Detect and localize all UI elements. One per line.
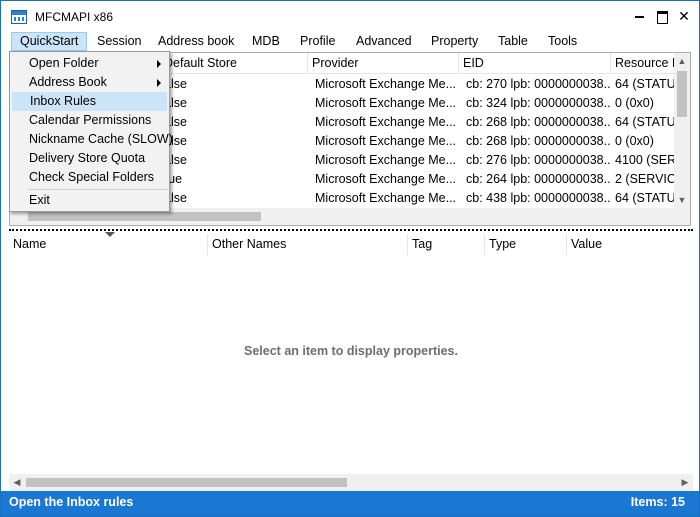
vertical-scroll-thumb[interactable] [677,71,687,117]
cell-default-store: alse [164,115,187,129]
submenu-arrow-icon [157,60,161,68]
cell-eid: cb: 324 lpb: 0000000038... [466,96,611,110]
column-resource-flags[interactable]: Resource Fla [611,53,681,74]
cell-provider: Microsoft Exchange Me... [315,153,457,167]
cell-provider: Microsoft Exchange Me... [315,115,457,129]
menu-property[interactable]: Property [423,32,486,51]
menu-item-label: Open Folder [29,56,99,70]
menu-item-exit[interactable]: Exit [12,191,167,210]
status-text: Open the Inbox rules [9,495,134,509]
horizontal-scroll-thumb[interactable] [26,478,347,487]
menu-item-delivery-store-quota[interactable]: Delivery Store Quota [12,149,167,168]
cell-resource-flags: 0 (0x0) [615,96,654,110]
column-default-store[interactable]: Default Store [160,53,308,74]
menu-item-inbox-rules[interactable]: Inbox Rules [12,92,167,111]
submenu-arrow-icon [157,79,161,87]
cell-resource-flags: 64 (STATUS_ [615,115,676,129]
cell-resource-flags: 4100 (SERVI [615,153,676,167]
cell-provider: Microsoft Exchange Me... [315,96,457,110]
menu-address-book[interactable]: Address book [150,32,242,51]
menu-item-calendar-permissions[interactable]: Calendar Permissions [12,111,167,130]
scroll-down-icon[interactable]: ▼ [674,192,690,208]
menu-table[interactable]: Table [490,32,536,51]
scroll-corner [674,208,690,225]
cell-resource-flags: 64 (STATUS_ [615,77,676,91]
scroll-left-icon[interactable]: ◀ [9,474,25,491]
column-provider[interactable]: Provider [308,53,459,74]
column-tag[interactable]: Tag [408,234,485,255]
menu-item-check-special-folders[interactable]: Check Special Folders [12,168,167,187]
cell-eid: cb: 438 lpb: 0000000038... [466,191,611,205]
cell-resource-flags: 0 (0x0) [615,134,654,148]
menu-profile[interactable]: Profile [292,32,343,51]
app-icon [11,10,27,24]
window-title: MFCMAPI x86 [35,10,114,24]
menu-item-nickname-cache[interactable]: Nickname Cache (SLOW) [12,130,173,149]
status-bar: Open the Inbox rules Items: 15 [1,491,699,516]
store-list-vertical-scrollbar[interactable]: ▲ ▼ [674,53,690,208]
cell-default-store: alse [164,153,187,167]
menu-item-label: Check Special Folders [29,170,155,184]
main-window: MFCMAPI x86 ✕ QuickStart Session Address… [0,0,700,517]
cell-provider: Microsoft Exchange Me... [315,77,457,91]
menu-session[interactable]: Session [89,32,149,51]
menu-quickstart[interactable]: QuickStart [11,32,87,51]
cell-eid: cb: 270 lpb: 0000000038... [466,77,611,91]
column-name[interactable]: Name [9,234,208,255]
menu-item-open-folder[interactable]: Open Folder [12,54,167,73]
menu-item-label: Calendar Permissions [29,113,152,127]
maximize-button[interactable] [653,7,671,25]
menu-item-label: Address Book [29,75,107,89]
column-type[interactable]: Type [485,234,567,255]
cell-default-store: alse [164,134,187,148]
menu-advanced[interactable]: Advanced [348,32,420,51]
property-pane[interactable]: Name Other Names Tag Type Value Select a… [9,232,693,491]
column-eid[interactable]: EID [459,53,611,74]
property-horizontal-scrollbar[interactable]: ◀ ▶ [9,474,693,491]
menu-separator [28,189,168,190]
column-value[interactable]: Value [567,234,693,255]
close-button[interactable]: ✕ [675,7,693,25]
menu-mdb[interactable]: MDB [244,32,288,51]
cell-provider: Microsoft Exchange Me... [315,172,457,186]
property-list-header: Name Other Names Tag Type Value [9,232,693,255]
scroll-up-icon[interactable]: ▲ [674,53,690,69]
cell-eid: cb: 268 lpb: 0000000038... [466,134,611,148]
cell-default-store: rue [164,172,183,186]
cell-eid: cb: 268 lpb: 0000000038... [466,115,611,129]
title-bar: MFCMAPI x86 ✕ [1,1,699,32]
cell-provider: Microsoft Exchange Me... [315,191,457,205]
minimize-button[interactable] [631,7,649,25]
menu-item-label: Exit [29,193,50,207]
column-other-names[interactable]: Other Names [208,234,408,255]
cell-default-store: alse [164,77,187,91]
cell-eid: cb: 264 lpb: 0000000038... [466,172,611,186]
menu-item-label: Nickname Cache (SLOW) [29,132,173,146]
cell-resource-flags: 2 (SERVICE_ [615,172,676,186]
quickstart-dropdown-menu: Open Folder Address Book Inbox Rules Cal… [9,51,173,212]
menu-item-address-book[interactable]: Address Book [12,73,167,92]
cell-provider: Microsoft Exchange Me... [315,134,457,148]
cell-default-store: alse [164,191,187,205]
item-count: Items: 15 [630,495,685,509]
scroll-right-icon[interactable]: ▶ [677,474,693,491]
cell-default-store: alse [164,96,187,110]
menu-item-label: Inbox Rules [30,94,97,108]
menu-item-label: Delivery Store Quota [29,151,146,165]
pane-splitter[interactable] [9,229,693,231]
cell-resource-flags: 64 (STATUS_ [615,191,676,205]
empty-properties-message: Select an item to display properties. [244,344,458,358]
menu-bar: QuickStart Session Address book MDB Prof… [1,32,699,51]
menu-tools[interactable]: Tools [540,32,585,51]
horizontal-scroll-thumb[interactable] [28,212,261,221]
cell-eid: cb: 276 lpb: 0000000038... [466,153,611,167]
